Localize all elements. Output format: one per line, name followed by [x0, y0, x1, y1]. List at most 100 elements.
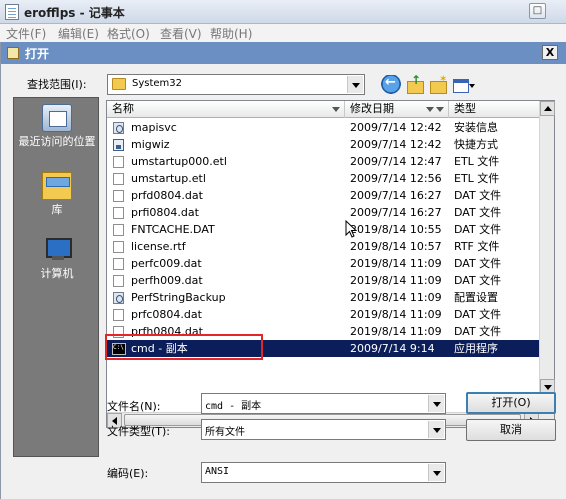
filename-label: 文件名(N): [107, 400, 161, 413]
file-name: FNTCACHE.DAT [131, 223, 215, 236]
file-icon [113, 173, 124, 185]
place-computer[interactable]: 计算机 [14, 236, 100, 280]
lookin-label: 查找范围(I): [27, 78, 87, 91]
filetype-select[interactable]: 所有文件 [201, 419, 446, 440]
notepad-title: erofflps - 记事本 [24, 6, 125, 20]
lookin-value: System32 [132, 78, 183, 89]
filename-input[interactable]: cmd - 副本 [201, 393, 446, 414]
table-row[interactable]: prfd0804.dat 2009/7/14 16:27 DAT 文件 [107, 187, 540, 204]
file-name: perfh009.dat [131, 274, 203, 287]
file-name: umstartup.etl [131, 172, 206, 185]
column-name-label: 名称 [112, 102, 134, 115]
table-row[interactable]: prfi0804.dat 2009/7/14 16:27 DAT 文件 [107, 204, 540, 221]
file-icon [113, 275, 124, 287]
table-row[interactable]: umstartup000.etl 2009/7/14 12:47 ETL 文件 [107, 153, 540, 170]
place-recent[interactable]: 最近访问的位置 [14, 104, 100, 148]
recent-places-icon [42, 104, 72, 132]
cancel-button[interactable]: 取消 [466, 419, 556, 441]
file-name: umstartup000.etl [131, 155, 227, 168]
table-row[interactable]: PerfStringBackup 2019/8/14 11:09 配置设置 [107, 289, 540, 306]
file-type: RTF 文件 [454, 240, 500, 253]
menu-view[interactable]: 查看(V) [160, 25, 202, 42]
notepad-titlebar[interactable]: erofflps - 记事本 □ [0, 0, 566, 24]
list-header: 名称 修改日期 类型 [107, 101, 540, 118]
notepad-icon [5, 4, 19, 20]
chevron-down-icon [436, 107, 444, 112]
places-bar: 最近访问的位置 库 计算机 [13, 97, 99, 457]
dialog-icon [7, 47, 19, 59]
file-date: 2019/8/14 11:09 [350, 291, 442, 304]
menu-format[interactable]: 格式(O) [107, 25, 150, 42]
file-date: 2019/8/14 11:09 [350, 274, 442, 287]
menu-edit[interactable]: 编辑(E) [58, 25, 99, 42]
table-row[interactable]: mapisvc 2009/7/14 12:42 安装信息 [107, 119, 540, 136]
file-name: mapisvc [131, 121, 177, 134]
settings-file-icon [113, 292, 124, 304]
file-type: DAT 文件 [454, 189, 502, 202]
place-recent-label: 最近访问的位置 [18, 135, 96, 148]
encoding-value: ANSI [205, 466, 230, 477]
chevron-down-icon[interactable] [347, 76, 363, 93]
table-row[interactable]: umstartup.etl 2009/7/14 12:56 ETL 文件 [107, 170, 540, 187]
shortcut-icon [113, 139, 124, 151]
file-date: 2009/7/14 9:14 [350, 342, 435, 355]
file-icon [113, 156, 124, 168]
libraries-icon [42, 172, 72, 200]
file-icon [113, 258, 124, 270]
column-name[interactable]: 名称 [107, 101, 345, 118]
file-icon [113, 190, 124, 202]
file-date: 2019/8/14 11:09 [350, 325, 442, 338]
chevron-down-icon [426, 107, 434, 112]
column-date[interactable]: 修改日期 [345, 101, 449, 118]
notepad-menubar: 文件(F) 编辑(E) 格式(O) 查看(V) 帮助(H) [0, 24, 566, 42]
new-folder-icon[interactable] [428, 74, 448, 95]
file-icon [113, 309, 124, 321]
maximize-button[interactable]: □ [529, 3, 546, 19]
lookin-combo[interactable]: System32 [107, 74, 365, 95]
column-type[interactable]: 类型 [449, 101, 540, 118]
vertical-scrollbar[interactable] [539, 101, 555, 412]
file-date: 2019/8/14 11:09 [350, 257, 442, 270]
dialog-title: 打开 [25, 47, 50, 61]
menu-file[interactable]: 文件(F) [6, 25, 46, 42]
menu-help[interactable]: 帮助(H) [210, 25, 252, 42]
file-type: ETL 文件 [454, 155, 500, 168]
table-row[interactable]: migwiz 2009/7/14 12:42 快捷方式 [107, 136, 540, 153]
file-type: 配置设置 [454, 291, 498, 304]
dialog-titlebar[interactable]: 打开 X [1, 42, 566, 64]
table-row[interactable]: license.rtf 2019/8/14 10:57 RTF 文件 [107, 238, 540, 255]
table-row[interactable]: FNTCACHE.DAT 2019/8/14 10:55 DAT 文件 [107, 221, 540, 238]
file-date: 2009/7/14 12:42 [350, 121, 442, 134]
file-date: 2009/7/14 16:27 [350, 189, 442, 202]
chevron-down-icon[interactable] [428, 464, 444, 481]
computer-icon [42, 236, 72, 264]
file-type: 快捷方式 [454, 138, 498, 151]
scroll-up-icon[interactable] [540, 101, 555, 116]
place-libraries[interactable]: 库 [14, 172, 100, 216]
file-name: prfi0804.dat [131, 206, 199, 219]
file-type: DAT 文件 [454, 325, 502, 338]
open-button[interactable]: 打开(O) [466, 392, 556, 414]
chevron-down-icon[interactable] [428, 395, 444, 412]
close-button[interactable]: X [542, 45, 558, 60]
up-folder-icon[interactable] [405, 73, 425, 95]
file-type: DAT 文件 [454, 206, 502, 219]
file-type: DAT 文件 [454, 308, 502, 321]
file-date: 2009/7/14 12:42 [350, 138, 442, 151]
table-row[interactable]: perfc009.dat 2019/8/14 11:09 DAT 文件 [107, 255, 540, 272]
encoding-select[interactable]: ANSI [201, 462, 446, 483]
back-icon[interactable] [381, 75, 401, 95]
view-menu-icon[interactable] [452, 75, 476, 95]
table-row[interactable]: perfh009.dat 2019/8/14 11:09 DAT 文件 [107, 272, 540, 289]
file-icon [113, 207, 124, 219]
table-row[interactable]: prfc0804.dat 2019/8/14 11:09 DAT 文件 [107, 306, 540, 323]
encoding-label: 编码(E): [107, 467, 149, 480]
chevron-down-icon[interactable] [428, 421, 444, 438]
folder-icon [112, 78, 126, 90]
column-date-label: 修改日期 [350, 102, 394, 115]
file-icon [113, 224, 124, 236]
file-date: 2019/8/14 10:57 [350, 240, 442, 253]
file-type: DAT 文件 [454, 223, 502, 236]
file-list[interactable]: 名称 修改日期 类型 mapisvc 2009/7/14 12:42 安装信息 mig… [106, 100, 555, 428]
file-type: 安装信息 [454, 121, 498, 134]
